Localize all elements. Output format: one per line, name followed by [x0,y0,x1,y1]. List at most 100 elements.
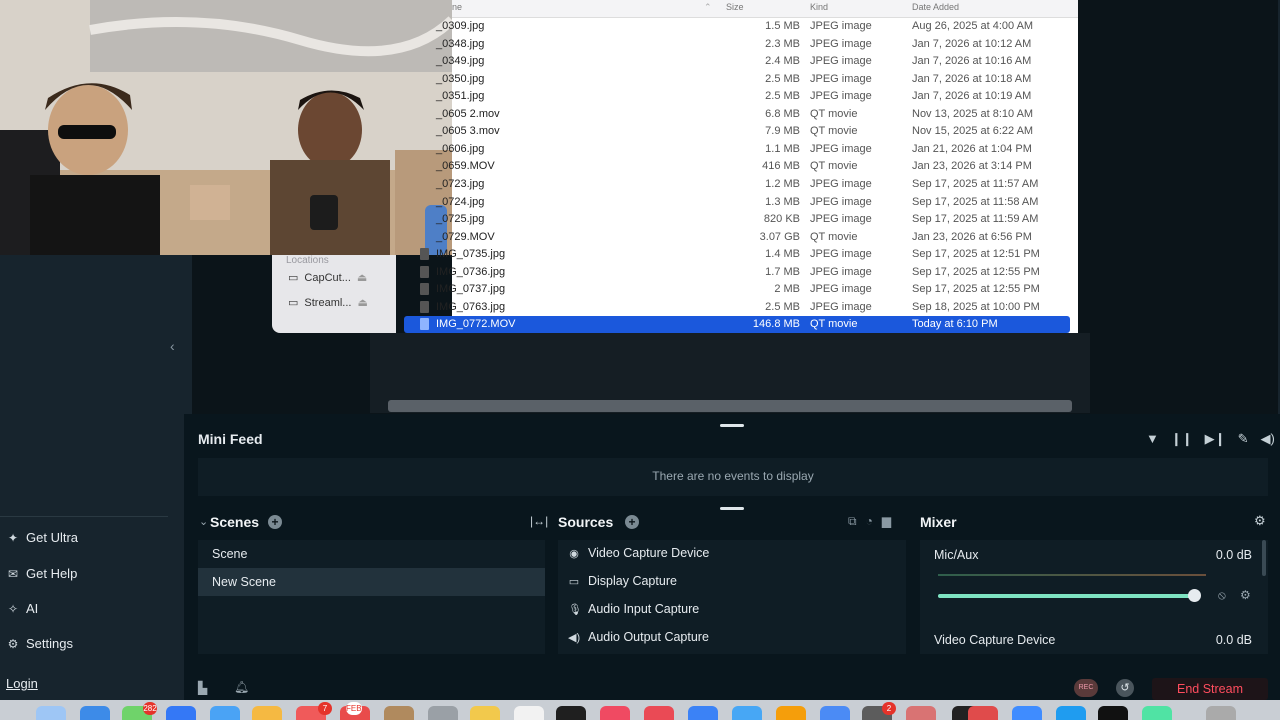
scene-collection-icon[interactable]: ⧉ [848,514,857,529]
scene-item[interactable]: Scene [198,540,545,568]
file-size: 1.5 MB [765,20,800,32]
mixer-settings-gear-icon[interactable]: ⚙ [1254,513,1266,529]
eject-icon[interactable]: ⏏ [357,296,367,309]
scene-item-active[interactable]: New Scene [198,568,545,596]
file-date-added: Today at 6:10 PM [912,318,998,331]
file-row[interactable]: _0659.MOV 416 MB QT movie Jan 23, 2026 at 3… [436,158,1070,175]
login-link[interactable]: Login [6,676,38,691]
trash-icon[interactable] [1206,706,1236,720]
source-video-capture[interactable]: ◉ Video Capture Device [568,546,709,560]
pages-icon[interactable] [776,706,806,720]
eject-icon[interactable]: ⏏ [357,271,367,284]
column-name[interactable]: ne [452,2,462,12]
telegram-icon[interactable] [1056,706,1086,720]
file-kind: QT movie [810,107,858,120]
sidebar-item-get-ultra[interactable]: ✦ Get Ultra [6,530,78,545]
source-label: Audio Output Capture [588,630,709,644]
appstore-icon[interactable] [688,706,718,720]
add-source-button[interactable]: + [625,515,639,529]
sort-chevron-icon[interactable]: ⌃ [704,2,712,13]
end-stream-button[interactable]: End Stream [1152,678,1268,700]
folder-icon[interactable]: ▆ [882,514,891,529]
file-size: 2.4 MB [765,55,800,68]
mini-feed-title: Mini Feed [198,431,263,447]
scene-transitions-icon[interactable]: |↔| [530,514,548,528]
file-row[interactable]: _0350.jpg 2.5 MB JPEG image Jan 7, 2026 at … [436,71,1070,88]
file-row[interactable]: IMG_0763.jpg 2.5 MB JPEG image Sep 18, 2025… [404,299,1070,316]
skip-icon[interactable]: ▶❙ [1205,431,1226,447]
volume-slider-handle[interactable] [1188,589,1201,602]
rec-button[interactable]: REC [1074,679,1098,697]
sidebar-item-ai[interactable]: ✧ AI [6,601,38,616]
file-row[interactable]: _0348.jpg 2.3 MB JPEG image Jan 7, 2026 at … [436,36,1070,53]
channel-settings-gear-icon[interactable]: ⚙ [1240,588,1251,602]
sidebar-item-settings[interactable]: ⚙ Settings [6,636,73,651]
source-audio-input[interactable]: 🎙 Audio Input Capture [568,602,699,616]
filter-icon[interactable]: ▼ [1146,431,1159,447]
chatgpt-icon[interactable] [1098,706,1128,720]
music-icon[interactable] [600,706,630,720]
file-row[interactable]: _0349.jpg 2.4 MB JPEG image Jan 7, 2026 at … [436,53,1070,70]
finder-icon[interactable] [36,706,66,720]
preview-icon[interactable] [1012,706,1042,720]
file-kind: JPEG image [810,20,872,32]
mute-alerts-icon[interactable]: ✎ [1238,431,1249,447]
maps-icon[interactable] [210,706,240,720]
notes-icon[interactable] [384,706,414,720]
file-row[interactable]: _0729.MOV 3.07 GB QT movie Jan 23, 2026 at … [436,229,1070,246]
add-scene-button[interactable]: + [268,515,282,529]
file-size: 3.07 GB [759,230,800,243]
file-row[interactable]: IMG_0736.jpg 1.7 MB JPEG image Sep 17, 2025… [404,264,1070,281]
iphone-mirroring-icon[interactable] [906,706,936,720]
mute-icon[interactable]: ⦸ [1218,588,1226,603]
file-row[interactable]: _0605 3.mov 7.9 MB QT movie Nov 15, 2025 at… [436,123,1070,140]
file-row[interactable]: IMG_0735.jpg 1.4 MB JPEG image Sep 17, 2025… [404,246,1070,263]
source-display-capture[interactable]: ▭ Display Capture [568,574,677,588]
pause-icon[interactable]: ❙❙ [1171,431,1193,447]
source-audio-output[interactable]: ◀) Audio Output Capture [568,630,709,644]
xcode-icon[interactable] [820,706,850,720]
file-name: IMG_0772.MOV [436,318,516,331]
performance-icon[interactable]: ▙ [198,681,207,695]
stickies-icon[interactable] [470,706,500,720]
appletv-icon[interactable] [556,706,586,720]
column-kind[interactable]: Kind [810,2,828,12]
volume-slider-track[interactable] [938,594,1196,598]
volume-icon[interactable]: ◀) [1260,431,1274,447]
chrome-icon[interactable] [1142,706,1172,720]
mail-icon[interactable] [166,706,196,720]
finder-location-streamlabs[interactable]: ▭ Streaml... ⏏ [288,296,368,310]
source-bell-icon[interactable]: ◔ [866,514,873,529]
replay-buffer-icon[interactable]: ↺ [1116,679,1134,697]
file-row[interactable]: IMG_0737.jpg 2 MB JPEG image Sep 17, 2025 a… [404,281,1070,298]
file-date-added: Jan 7, 2026 at 10:16 AM [912,55,1032,68]
resize-handle[interactable] [720,507,744,510]
mixer-channel-name: Mic/Aux [934,548,979,562]
file-row[interactable]: _0724.jpg 1.3 MB JPEG image Sep 17, 2025 at… [436,194,1070,211]
file-row[interactable]: _0725.jpg 820 KB JPEG image Sep 17, 2025 at… [436,211,1070,228]
collapse-sidebar-icon[interactable]: ‹ [170,338,175,354]
freeform-icon[interactable] [514,706,544,720]
file-name: _0725.jpg [436,213,485,226]
news-icon[interactable] [644,706,674,720]
file-row[interactable]: _0351.jpg 2.5 MB JPEG image Jan 7, 2026 at … [436,88,1070,105]
file-row[interactable]: _0723.jpg 1.2 MB JPEG image Sep 17, 2025 at… [436,176,1070,193]
column-size[interactable]: Size [726,2,744,12]
file-row[interactable]: _0309.jpg 1.5 MB JPEG image Aug 26, 2025 at… [436,18,1070,35]
file-row[interactable]: _0605 2.mov 6.8 MB QT movie Nov 13, 2025 at… [436,106,1070,123]
resize-handle[interactable] [720,424,744,427]
reminders-icon[interactable] [428,706,458,720]
file-row-selected[interactable]: IMG_0772.MOV 146.8 MB QT movie Today at 6:1… [404,316,1070,334]
photos-icon[interactable] [252,706,282,720]
file-row[interactable]: _0606.jpg 1.1 MB JPEG image Jan 21, 2026 at… [436,141,1070,158]
chevron-down-icon[interactable]: ⌄ [199,515,208,528]
mixer-scrollbar[interactable] [1262,540,1266,576]
notifications-bell-icon[interactable]: 🔔︎ [234,680,249,694]
finder-location-capcut[interactable]: ▭ CapCut... ⏏ [288,271,367,285]
sidebar-item-get-help[interactable]: ✉ Get Help [6,566,77,581]
column-date-added[interactable]: Date Added [912,2,959,12]
keynote-icon[interactable] [732,706,762,720]
safari-icon[interactable] [80,706,110,720]
brave-icon[interactable] [968,706,998,720]
file-size: 1.2 MB [765,177,800,190]
